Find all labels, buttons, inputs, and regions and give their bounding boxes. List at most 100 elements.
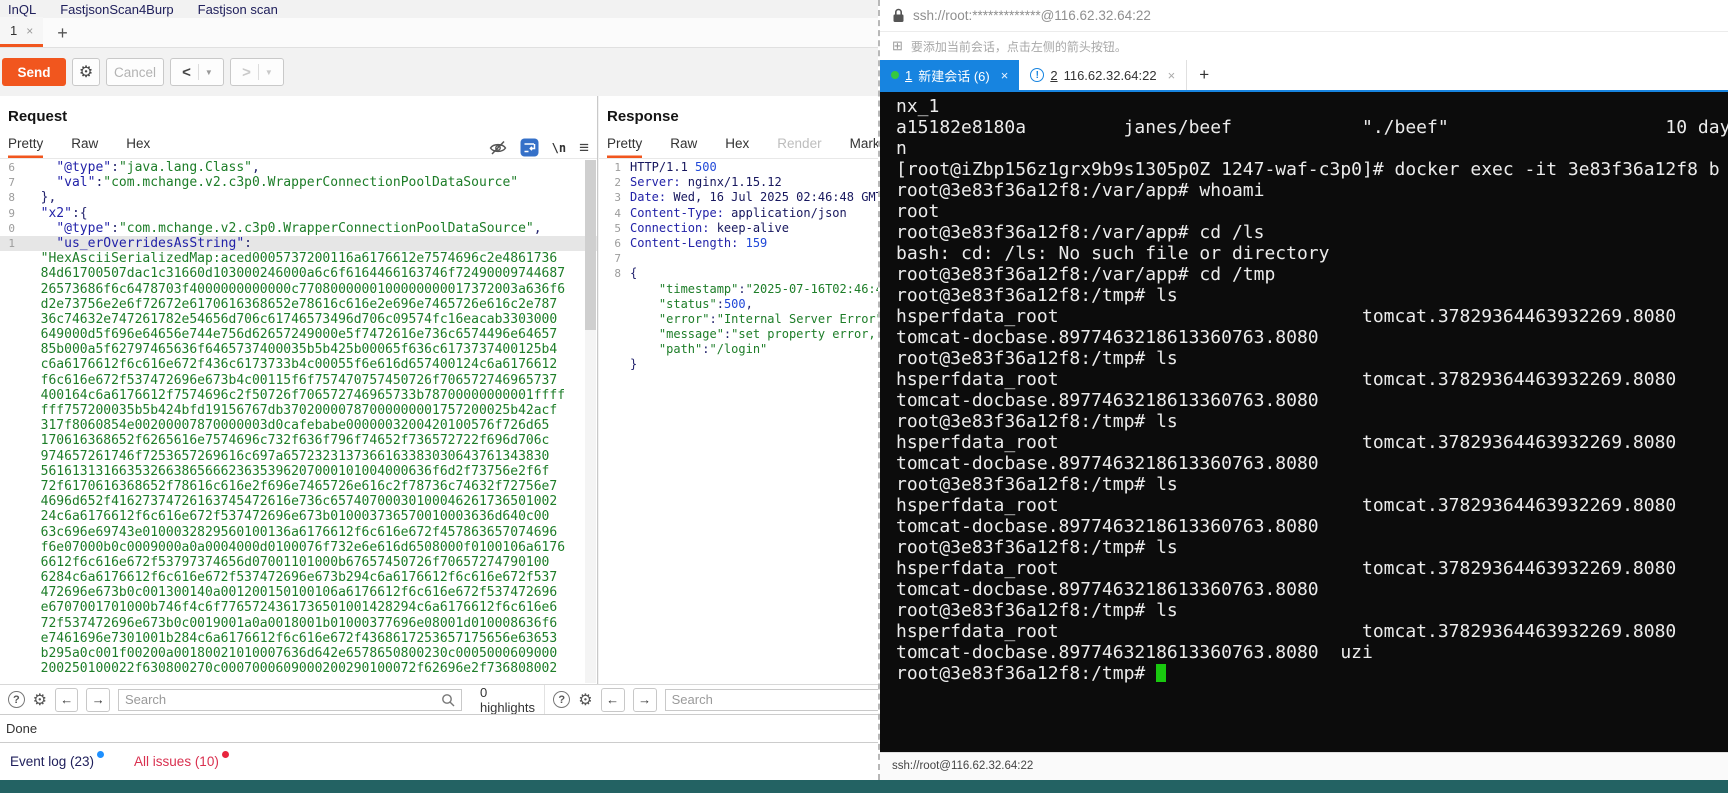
terminal-line: root@3e83f36a12f8:/tmp# ls xyxy=(896,474,1178,495)
code-line: 7 "val":"com.mchange.v2.c3p0.WrapperConn… xyxy=(0,175,597,190)
view-tab-hex[interactable]: Hex xyxy=(126,130,150,158)
code-line: 1 "us_erOverridesAsString": xyxy=(0,235,597,252)
code-line: 1 HTTP/1.1 500 xyxy=(609,160,878,175)
next-match-button[interactable]: → xyxy=(86,687,110,712)
next-match-button[interactable]: → xyxy=(632,687,657,712)
response-search-bar: ? ⚙ ← → Search xyxy=(545,685,878,714)
view-tab-render[interactable]: Render xyxy=(777,130,821,158)
close-tab-icon[interactable]: × xyxy=(1001,68,1009,83)
extension-tab-inql[interactable]: InQL xyxy=(8,2,36,17)
repeater-tab-1[interactable]: 1 × xyxy=(0,17,44,47)
line-number xyxy=(0,418,20,433)
code-line: 4 Content-Type: application/json xyxy=(609,206,878,221)
terminal-screen[interactable]: nx_1 a15182e8180a janes/beef "./beef" 10 … xyxy=(880,92,1728,752)
code-line: 974657261746f7253657269616c697a657232313… xyxy=(0,449,597,464)
line-number: 4 xyxy=(614,206,621,220)
terminal-line: hsperfdata_root tomcat.37829364463932269… xyxy=(896,495,1677,516)
line-number xyxy=(0,373,20,388)
view-tab-hex[interactable]: Hex xyxy=(725,130,749,158)
line-number xyxy=(0,616,20,631)
response-search-input[interactable]: Search xyxy=(664,688,878,711)
code-line: 26573686f6c6478703f4000000000000c7708000… xyxy=(0,282,597,297)
line-number xyxy=(0,297,20,312)
forward-arrow-icon: > xyxy=(242,63,251,81)
new-terminal-tab-button[interactable]: + xyxy=(1187,60,1221,90)
code-line: "HexAsciiSerializedMap:aced0005737200116… xyxy=(0,251,597,266)
session-hint-text: 要添加当前会话，点击左侧的箭头按钮。 xyxy=(910,39,1127,54)
code-line: 6612f6c616e672f53797374656d07001101000b6… xyxy=(0,555,597,570)
request-search-input[interactable]: Search xyxy=(117,688,463,711)
cancel-button[interactable]: Cancel xyxy=(106,58,164,86)
add-session-icon: ⊞ xyxy=(892,38,903,53)
session-hint-bar: ⊞ 要添加当前会话，点击左侧的箭头按钮。 xyxy=(880,32,1728,60)
all-issues-button[interactable]: All issues (10) xyxy=(134,751,229,769)
line-number xyxy=(609,312,625,327)
close-tab-icon[interactable]: × xyxy=(1168,68,1176,83)
extension-tab-fastjson-scan[interactable]: Fastjson scan xyxy=(198,2,278,17)
prev-match-button[interactable]: ← xyxy=(55,687,79,712)
code-line: 6 Content-Length: 159 xyxy=(609,236,878,251)
terminal-tab-1[interactable]: 1 新建会话 (6) × xyxy=(880,60,1020,90)
code-line: 8 }, xyxy=(0,190,597,205)
search-gear-icon[interactable]: ⚙ xyxy=(578,690,592,710)
response-editor[interactable]: 1 HTTP/1.1 500 2 Server: nginx/1.15.12 3 Date… xyxy=(599,160,878,684)
chevron-down-icon: ▼ xyxy=(204,67,213,77)
line-number: 9 xyxy=(8,206,15,220)
editor-menu-icon[interactable]: ≡ xyxy=(579,139,589,156)
view-tab-raw[interactable]: Raw xyxy=(670,130,697,158)
terminal-line: n xyxy=(896,138,907,159)
request-editor[interactable]: 6 "@type":"java.lang.Class", 7 "val":"com… xyxy=(0,160,597,684)
ssh-address-bar[interactable]: ssh://root:*************@116.62.32.64:22 xyxy=(880,0,1728,32)
search-gear-icon[interactable]: ⚙ xyxy=(33,690,47,710)
code-line: f6e07000b0c0009000a0a0004000d0100076f732… xyxy=(0,540,597,555)
prev-match-button[interactable]: ← xyxy=(600,687,625,712)
line-number xyxy=(0,449,20,464)
terminal-line: root@3e83f36a12f8:/tmp# ls xyxy=(896,537,1178,558)
line-number xyxy=(609,327,625,342)
code-line: d2e73756e2e6f72672e6170616368652e78616c6… xyxy=(0,297,597,312)
code-line: 317f8060854e00200007870000003d0cafebabe0… xyxy=(0,418,597,433)
chevron-down-icon: ▼ xyxy=(264,67,273,77)
terminal-line: tomcat-docbase.8977463218613360763.8080 xyxy=(896,579,1319,600)
extension-tab-fastjsonscan4burp[interactable]: FastjsonScan4Burp xyxy=(60,2,173,17)
scrollbar-thumb[interactable] xyxy=(585,160,596,330)
hide-items-eye-off-icon[interactable] xyxy=(489,140,507,156)
code-line: 85b000a5f62797465636f6465737400035b5b425… xyxy=(0,342,597,357)
taskbar-strip xyxy=(0,780,1728,793)
view-tab-pretty[interactable]: Pretty xyxy=(8,130,43,158)
line-number xyxy=(609,342,625,357)
view-tab-pretty[interactable]: Pretty xyxy=(607,130,642,158)
help-icon[interactable]: ? xyxy=(8,691,25,708)
code-line: "message":"set property error, u xyxy=(609,327,878,342)
terminal-tab-2[interactable]: ! 2 116.62.32.64:22 × xyxy=(1019,60,1188,90)
request-header-icons: \n ≡ xyxy=(489,138,589,157)
code-line: 84d61700507dac1c31660d103000246000a6c6f6… xyxy=(0,266,597,281)
terminal-line: tomcat-docbase.8977463218613360763.8080 … xyxy=(896,642,1373,663)
view-tab-mark[interactable]: Mark xyxy=(850,130,878,158)
terminal-line: root@3e83f36a12f8:/var/app# cd /ls xyxy=(896,222,1265,243)
line-number xyxy=(0,646,20,661)
view-tab-raw[interactable]: Raw xyxy=(71,130,98,158)
newline-toggle-icon[interactable]: \n xyxy=(552,141,566,155)
code-line: e6707001701000b746f4c6f77657243617365010… xyxy=(0,600,597,615)
connected-dot-icon xyxy=(891,71,899,79)
code-line: 36c74632e747261782e54656d706c61746573496… xyxy=(0,312,597,327)
line-number xyxy=(0,357,20,372)
help-icon[interactable]: ? xyxy=(553,691,571,708)
code-line: 649000d5f696e64656e744e756d62657249000e5… xyxy=(0,327,597,342)
settings-gear-button[interactable]: ⚙ xyxy=(72,58,100,86)
history-forward-button[interactable]: > ▼ xyxy=(230,58,284,86)
soft-wrap-toggle-icon[interactable] xyxy=(520,138,539,157)
history-back-button[interactable]: < ▼ xyxy=(170,58,224,86)
event-log-button[interactable]: Event log (23) xyxy=(10,751,105,769)
add-tab-button[interactable]: + xyxy=(57,24,68,42)
repeater-tab-label: 1 xyxy=(10,23,18,38)
line-number xyxy=(609,357,625,372)
close-tab-icon[interactable]: × xyxy=(26,24,33,38)
request-scrollbar[interactable] xyxy=(585,160,596,683)
code-line: 4696d652f41627374726163745472616e736c657… xyxy=(0,494,597,509)
terminal-line: root@3e83f36a12f8:/tmp# ls xyxy=(896,348,1178,369)
send-button[interactable]: Send xyxy=(2,58,66,86)
tab-title: 新建会话 (6) xyxy=(918,68,990,84)
response-panel: Response Pretty Raw Hex Render Mark 1 HTTP/1.… xyxy=(599,96,878,684)
